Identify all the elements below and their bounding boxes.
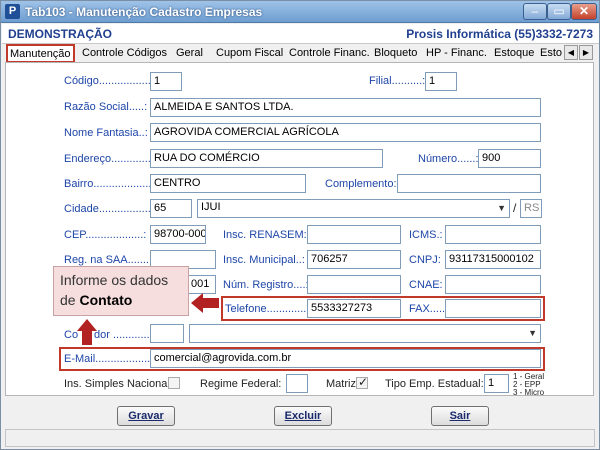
close-icon: ✕	[578, 4, 590, 18]
simples-nacional-checkbox[interactable]	[168, 377, 180, 389]
check-icon: ✓	[358, 375, 369, 389]
contador-code-input[interactable]	[150, 324, 184, 343]
minimize-icon: –	[531, 4, 539, 18]
title-bar[interactable]: P Tab103 - Manutenção Cadastro Empresas …	[1, 1, 599, 23]
insc-renasem-label: Insc. RENASEM:	[223, 229, 307, 241]
icms-label: ICMS.:	[409, 229, 443, 241]
cnpj-input[interactable]: 93117315000102	[445, 250, 541, 269]
tipo-option-micro: 3 - Micro	[513, 388, 545, 397]
status-bar	[5, 429, 595, 447]
maximize-button[interactable]: ▭	[547, 3, 571, 20]
reg-saa-label: Reg. na SAA........:	[64, 254, 156, 266]
tab-cupom-fiscal[interactable]: Cupom Fiscal	[216, 45, 283, 62]
callout-bold: Contato	[79, 292, 133, 308]
tab-estoque[interactable]: Estoque	[494, 45, 534, 62]
arrow-left-icon	[191, 293, 203, 313]
codigo-input[interactable]: 1	[150, 72, 182, 91]
header-bar: DEMONSTRAÇÃO Prosis Informática (55)3332…	[2, 24, 599, 44]
arrow-up-icon	[77, 319, 97, 331]
contador-select[interactable]: ▼	[189, 324, 541, 343]
tab-geral[interactable]: Geral	[176, 45, 203, 62]
company-name: DEMONSTRAÇÃO	[8, 27, 112, 41]
nome-fantasia-input[interactable]: AGROVIDA COMERCIAL AGRÍCOLA	[150, 123, 541, 142]
sair-button[interactable]: Sair	[431, 406, 489, 426]
cidade-selected-value: IJUI	[201, 201, 221, 213]
cep-input[interactable]: 98700-000	[150, 225, 206, 244]
regime-federal-input[interactable]	[286, 374, 308, 393]
arrow-left-shaft	[203, 298, 219, 308]
chevron-down-icon: ▼	[528, 328, 537, 338]
tab-controle-financ[interactable]: Controle Financ.	[289, 45, 370, 62]
cnae-input[interactable]	[445, 275, 541, 294]
tab-scroll-left-button[interactable]: ◀	[564, 45, 578, 60]
complemento-label: Complemento:	[325, 178, 397, 190]
tab-estoque-partial[interactable]: Estoq	[540, 45, 562, 62]
window-title: Tab103 - Manutenção Cadastro Empresas	[25, 5, 263, 19]
callout-prefix: de	[60, 292, 76, 308]
arrow-up-shaft	[82, 331, 92, 345]
insc-renasem-input[interactable]	[307, 225, 401, 244]
contact-callout: Informe os dados de Contato	[53, 266, 189, 316]
endereco-label: Endereço.............:	[64, 153, 154, 165]
tab-bloqueto[interactable]: Bloqueto	[374, 45, 417, 62]
chevron-left-icon: ◀	[567, 48, 575, 57]
chevron-down-icon: ▼	[497, 203, 506, 213]
insc-municipal-label: Insc. Municipal..:	[223, 254, 305, 266]
matriz-label: Matriz	[326, 378, 356, 390]
maximize-icon: ▭	[553, 4, 565, 18]
nome-fantasia-label: Nome Fantasia..:	[64, 127, 148, 139]
callout-line-2: de Contato	[60, 290, 182, 310]
numero-input[interactable]: 900	[478, 149, 541, 168]
excluir-button[interactable]: Excluir	[274, 406, 332, 426]
simples-nacional-label: Ins. Simples Nacional	[64, 378, 170, 390]
minimize-button[interactable]: –	[523, 3, 547, 20]
fax-input[interactable]	[445, 299, 541, 318]
fax-label: FAX.....:	[409, 303, 449, 315]
contador-label-start: Co	[64, 329, 79, 341]
close-button[interactable]: ✕	[571, 3, 597, 20]
razao-social-label: Razão Social.....:	[64, 101, 148, 113]
email-input[interactable]: comercial@agrovida.com.br	[150, 349, 541, 368]
bairro-label: Bairro....................:	[64, 178, 158, 190]
complemento-input[interactable]	[397, 174, 541, 193]
codigo-label: Código.................:	[64, 75, 154, 87]
tab-scroll-right-button[interactable]: ▶	[579, 45, 593, 60]
tab-manutencao[interactable]: Manutenção	[6, 44, 75, 63]
telefone-input[interactable]: 5533327273	[307, 299, 401, 318]
tab-bar: Manutenção Controle Códigos Geral Cupom …	[2, 44, 599, 63]
cidade-label: Cidade..................:	[64, 203, 157, 215]
tab-controle-codigos[interactable]: Controle Códigos	[82, 45, 167, 62]
tipo-emp-estadual-label: Tipo Emp. Estadual:	[385, 378, 484, 390]
razao-social-input[interactable]: ALMEIDA E SANTOS LTDA.	[150, 98, 541, 117]
gravar-button[interactable]: Gravar	[117, 406, 175, 426]
uf-input[interactable]: RS	[520, 199, 542, 218]
telefone-label: Telefone...............:	[225, 303, 316, 315]
app-icon: P	[5, 4, 20, 19]
bairro-input[interactable]: CENTRO	[150, 174, 306, 193]
icms-input[interactable]	[445, 225, 541, 244]
num-registro-input[interactable]	[307, 275, 401, 294]
cnae-label: CNAE:	[409, 279, 443, 291]
cidade-code-input[interactable]: 65	[150, 199, 192, 218]
filial-label: Filial..........:	[369, 75, 426, 87]
chevron-right-icon: ▶	[582, 48, 590, 57]
num-registro-label: Núm. Registro....:	[223, 279, 309, 291]
vendor-info: Prosis Informática (55)3332-7273	[406, 27, 593, 41]
contador-label-end: dor ............:	[94, 329, 153, 341]
tipo-emp-estadual-input[interactable]: 1	[484, 374, 509, 393]
numero-label: Número......:	[418, 153, 479, 165]
main-window: P Tab103 - Manutenção Cadastro Empresas …	[0, 0, 600, 450]
cidade-select[interactable]: IJUI ▼	[197, 199, 510, 218]
email-label: E-Mail..................:	[64, 353, 154, 365]
tab-hp-financ[interactable]: HP - Financ.	[426, 45, 487, 62]
regime-federal-label: Regime Federal:	[200, 378, 282, 390]
cidade-separator: /	[513, 201, 517, 215]
cep-label: CEP...................:	[64, 229, 147, 241]
partial-hidden-input[interactable]: 001	[187, 275, 216, 294]
callout-line-1: Informe os dados	[60, 272, 169, 288]
filial-input[interactable]: 1	[425, 72, 457, 91]
insc-municipal-input[interactable]: 706257	[307, 250, 401, 269]
endereco-input[interactable]: RUA DO COMÉRCIO	[150, 149, 383, 168]
cnpj-label: CNPJ:	[409, 254, 441, 266]
